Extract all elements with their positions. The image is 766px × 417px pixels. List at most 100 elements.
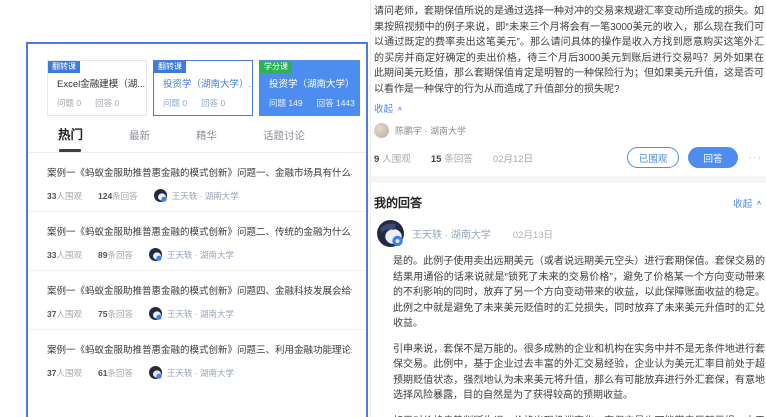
replies-label: 条回答 — [107, 250, 133, 260]
tab-label: 热门 — [58, 128, 83, 142]
answers-label: 回答 — [95, 98, 112, 108]
course-card-stats: 问题 149 回答 1443 — [269, 97, 359, 109]
asker-name: 陈鹏宇 · 湖南大学 — [395, 124, 466, 137]
answers-label: 回答 — [317, 98, 334, 108]
answer-author-row: 王天轶 · 湖南大学 02月13日 — [374, 220, 762, 247]
questions-count: 0 — [182, 98, 187, 108]
questions-count: 149 — [288, 98, 302, 108]
author-name: 王天轶 · 湖南大学 — [167, 367, 234, 379]
chevron-up-icon: ∧ — [756, 199, 762, 206]
course-card-title: Excel金融建模（湖... — [57, 76, 145, 90]
questions-label: 问题 — [269, 98, 286, 108]
tab-label: 最新 — [129, 130, 150, 142]
asker-row: 陈鹏宇 · 湖南大学 — [374, 123, 762, 138]
course-type-badge: 翻转课 — [154, 61, 186, 73]
question-stats: 9人围观 15条回答 02月12日 — [374, 151, 627, 165]
more-options-icon[interactable]: ··· — [748, 152, 762, 164]
answers-label: 回答 — [201, 98, 218, 108]
answer-author-avatar — [377, 220, 404, 247]
collapse-label: 收起 — [733, 196, 752, 210]
answer-date: 02月13日 — [513, 227, 553, 241]
course-card-touzixue-credit-selected[interactable]: 学分课 投资学（湖南大学） 问题 149 回答 1443 — [259, 60, 360, 116]
question-full-text: 请问老师，套期保值所说的是通过选择一种对冲的交易来规避汇率变动所造成的损失。如果… — [374, 4, 764, 98]
tab-label: 精华 — [196, 130, 217, 142]
replies-count: 124 — [98, 191, 112, 201]
replies-label: 条回答 — [107, 309, 133, 319]
tab-featured[interactable]: 精华 — [196, 128, 217, 152]
replies-label: 条回答 — [112, 191, 138, 201]
tab-label: 话题讨论 — [263, 130, 305, 142]
replies-label: 条回答 — [107, 368, 133, 378]
active-tab-indicator — [59, 149, 81, 152]
chevron-up-icon: ∧ — [397, 104, 403, 111]
author-name: 王天轶 · 湖南大学 — [167, 308, 234, 320]
list-item[interactable]: 案例一《蚂蚁金服助推普惠金融的模式创新》问题二、传统的金融为什么没能很好的 33… — [28, 211, 366, 270]
left-column: 翻转课 Excel金融建模（湖... 问题 0 回答 0 翻转课 投资学（湖南大… — [0, 0, 370, 417]
answer-paragraph: 是的。此例子使用卖出远期美元（或者说远期美元空头）进行套期保值。套保交易的结果用… — [393, 254, 765, 332]
collapse-question-button[interactable]: 收起 ∧ — [374, 101, 403, 115]
course-type-badge: 学分课 — [260, 61, 292, 73]
course-discussion-panel: 翻转课 Excel金融建模（湖... 问题 0 回答 0 翻转课 投资学（湖南大… — [26, 42, 368, 417]
questions-label: 问题 — [57, 98, 74, 108]
app-window: 翻转课 Excel金融建模（湖... 问题 0 回答 0 翻转课 投资学（湖南大… — [0, 0, 766, 417]
course-card-stats: 问题 0 回答 0 — [57, 97, 146, 109]
author-avatar — [149, 307, 162, 320]
list-item[interactable]: 案例一《蚂蚁金服助推普惠金融的模式创新》问题三、利用金融功能理论来分析蚂蚁 37… — [28, 329, 366, 388]
asker-avatar — [374, 123, 389, 138]
answer-body: 是的。此例子使用卖出远期美元（或者说远期美元空头）进行套期保值。套保交易的结果用… — [393, 254, 765, 417]
course-card-title: 投资学（湖南大学） — [269, 76, 357, 90]
answer-button[interactable]: 回答 — [688, 147, 738, 168]
course-card-title: 投资学（湖南大学）... — [163, 76, 251, 90]
viewed-button[interactable]: 已围观 — [627, 147, 679, 168]
views-label: 人围观 — [56, 250, 82, 260]
tab-hot[interactable]: 热门 — [58, 124, 83, 152]
author-name: 王天轶 · 湖南大学 — [172, 190, 239, 202]
answers-count: 0 — [115, 98, 120, 108]
question-title: 案例一《蚂蚁金服助推普惠金融的模式创新》问题四、金融科技发展会给传统金融带 — [47, 283, 352, 297]
course-type-badge: 翻转课 — [48, 61, 80, 73]
author-avatar — [154, 189, 167, 202]
views-label: 人围观 — [56, 309, 82, 319]
question-title: 案例一《蚂蚁金服助推普惠金融的模式创新》问题二、传统的金融为什么没能很好的 — [47, 224, 352, 238]
views-count: 9 — [374, 154, 379, 165]
tab-latest[interactable]: 最新 — [129, 128, 150, 152]
author-name: 王天轶 · 湖南大学 — [167, 249, 234, 261]
replies-count: 15 — [431, 154, 442, 165]
course-cards-row: 翻转课 Excel金融建模（湖... 问题 0 回答 0 翻转课 投资学（湖南大… — [28, 44, 366, 116]
course-card-stats: 问题 0 回答 0 — [163, 97, 252, 109]
questions-label: 问题 — [163, 98, 180, 108]
views-label: 人围观 — [56, 368, 82, 378]
question-meta: 33人围观 89条回答 王天轶 · 湖南大学 — [47, 248, 352, 261]
list-item[interactable]: 案例一《蚂蚁金服助推普惠金融的模式创新》问题四、金融科技发展会给传统金融带 37… — [28, 270, 366, 329]
my-answer-title: 我的回答 — [374, 194, 733, 211]
collapse-answer-button[interactable]: 收起 ∧ — [733, 196, 762, 210]
question-meta: 37人围观 75条回答 王天轶 · 湖南大学 — [47, 307, 352, 320]
question-meta-row: 9人围观 15条回答 02月12日 已围观 回答 ··· — [374, 147, 762, 168]
views-label: 人围观 — [56, 191, 82, 201]
answers-count: 0 — [221, 98, 226, 108]
question-detail-panel: 请问老师，套期保值所说的是通过选择一种对冲的交易来规避汇率变动所造成的损失。如果… — [370, 0, 766, 417]
course-card-touzixue-flipped[interactable]: 翻转课 投资学（湖南大学）... 问题 0 回答 0 — [153, 60, 253, 116]
question-list: 案例一《蚂蚁金服助推普惠金融的模式创新》问题一、金融市场具有什么功能? 33人围… — [28, 153, 366, 388]
question-meta: 37人围观 61条回答 王天轶 · 湖南大学 — [47, 366, 352, 379]
course-card-excel[interactable]: 翻转课 Excel金融建模（湖... 问题 0 回答 0 — [47, 60, 147, 116]
my-answer-header: 我的回答 收起 ∧ — [374, 194, 762, 211]
author-avatar — [149, 248, 162, 261]
replies-label: 条回答 — [444, 154, 473, 165]
tab-topic-discussion[interactable]: 话题讨论 — [263, 128, 305, 152]
question-meta: 33人围观 124条回答 王天轶 · 湖南大学 — [47, 189, 352, 202]
author-avatar — [149, 366, 162, 379]
answer-paragraph: 如果对价格走势判断失误，价格出现极端变化，套保交易也可能带来巨额亏损。由于燃料油… — [393, 414, 765, 417]
questions-count: 0 — [76, 98, 81, 108]
question-date: 02月12日 — [493, 151, 533, 165]
list-item[interactable]: 案例一《蚂蚁金服助推普惠金融的模式创新》问题一、金融市场具有什么功能? 33人围… — [28, 153, 366, 211]
answer-paragraph: 引申来说，套保不是万能的。很多成熟的企业和机构在实务中并不是无条件地进行套保交易… — [393, 342, 765, 404]
answers-count: 1443 — [336, 98, 355, 108]
collapse-label: 收起 — [374, 101, 393, 115]
answer-author-name: 王天轶 · 湖南大学 — [412, 226, 491, 241]
views-label: 人围观 — [382, 154, 411, 165]
discussion-tabs: 热门 最新 精华 话题讨论 — [28, 116, 366, 152]
section-divider-band — [371, 176, 766, 183]
question-title: 案例一《蚂蚁金服助推普惠金融的模式创新》问题三、利用金融功能理论来分析蚂蚁 — [47, 342, 352, 356]
question-title: 案例一《蚂蚁金服助推普惠金融的模式创新》问题一、金融市场具有什么功能? — [47, 165, 352, 179]
